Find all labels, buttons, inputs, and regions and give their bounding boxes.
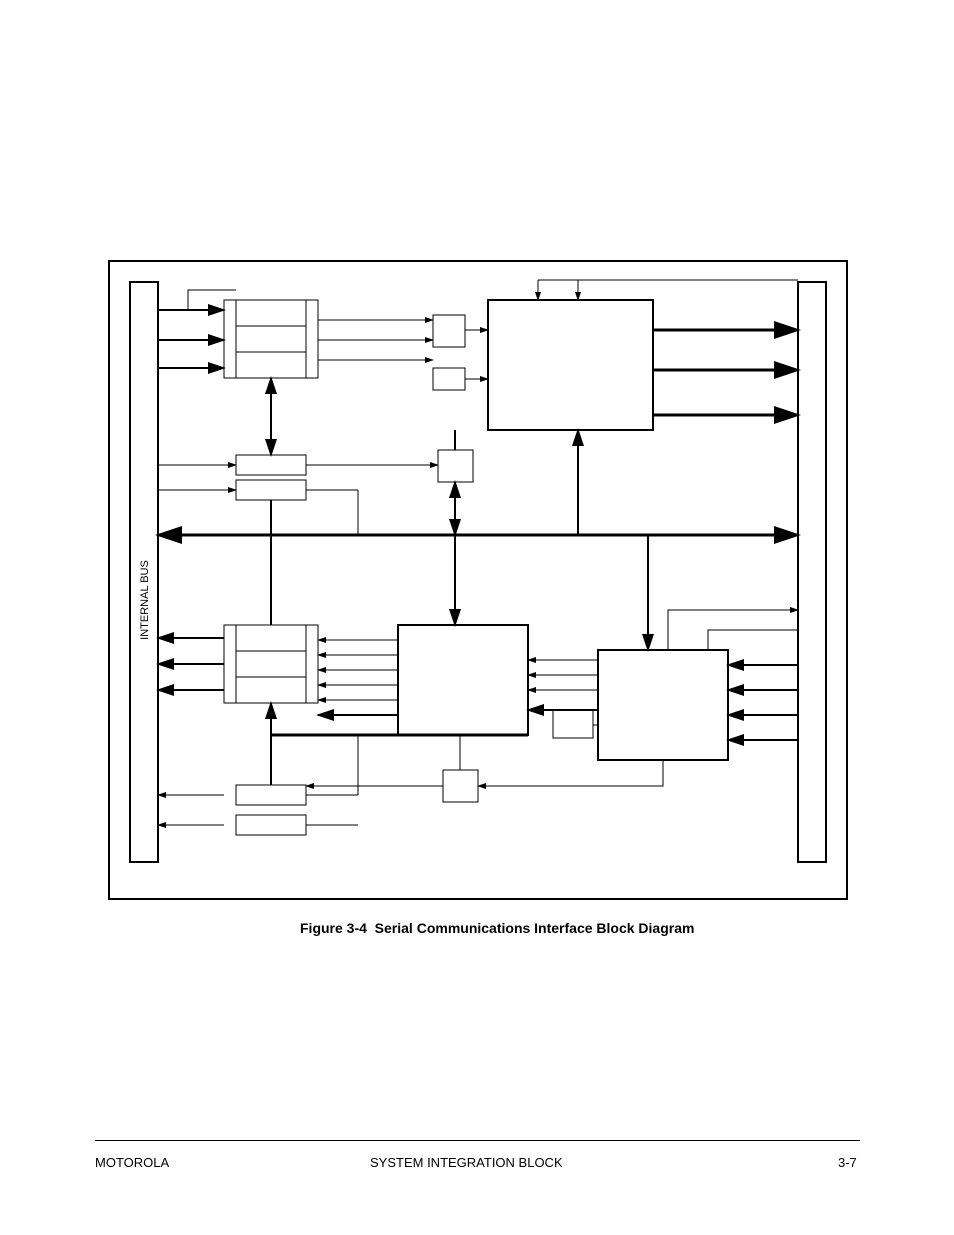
footer-right: 3-7 <box>838 1155 857 1170</box>
footer-rule <box>95 1140 860 1141</box>
svg-text:INTERNAL BUS: INTERNAL BUS <box>139 560 151 640</box>
diagram: INTERNAL BUS <box>108 260 848 900</box>
right-pin-bar <box>798 282 826 862</box>
footer-center: SYSTEM INTEGRATION BLOCK <box>370 1155 563 1170</box>
figure-caption: Figure 3-4 Serial Communications Interfa… <box>300 920 694 936</box>
footer-left: MOTOROLA <box>95 1155 169 1170</box>
